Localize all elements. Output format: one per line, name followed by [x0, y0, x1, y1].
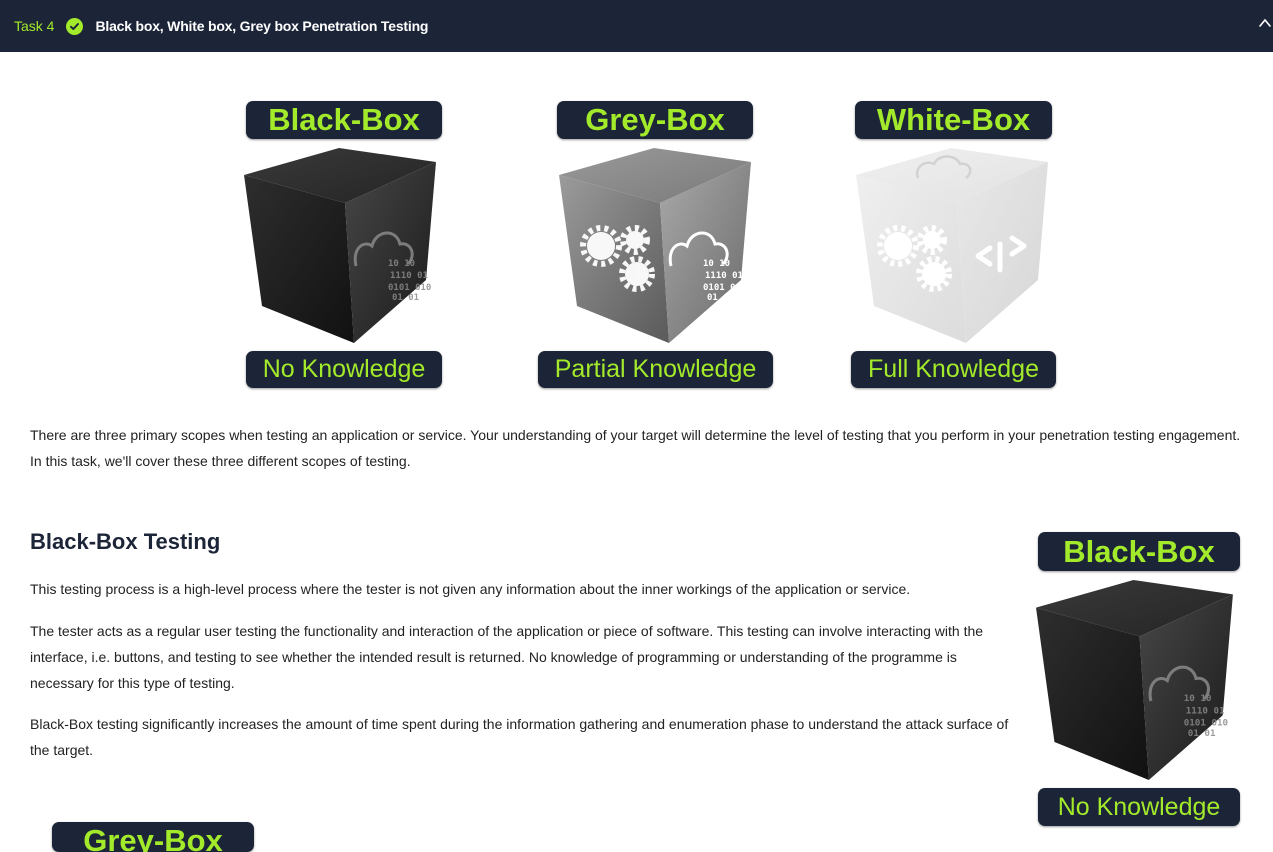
svg-text:1110 01: 1110 01: [390, 271, 428, 281]
task-title: Black box, White box, Grey box Penetrati…: [95, 18, 429, 34]
figure-black-cube-image: 10 101110 010101 01001 01: [1036, 579, 1233, 780]
task-number: Task 4: [14, 18, 55, 34]
svg-text:0101 010: 0101 010: [703, 283, 746, 293]
hero-grey-box: Grey-Box 10 10 1110 01 0101 010 01 01 Parti…: [538, 101, 774, 391]
svg-text:01 01: 01 01: [707, 293, 734, 303]
grey-box-figure-title: Grey-Box: [52, 822, 254, 852]
svg-text:10 10: 10 10: [388, 259, 415, 269]
intro-paragraph: There are three primary scopes when test…: [30, 427, 1241, 469]
figure-black-box-caption: No Knowledge: [1038, 788, 1240, 826]
check-circle-icon: [66, 17, 84, 35]
black-box-title: Black-Box: [246, 101, 442, 139]
svg-text:0101 010: 0101 010: [388, 283, 431, 293]
svg-text:10 10: 10 10: [703, 259, 730, 269]
black-cube-image: 10 10 1110 01 0101 01001 01: [244, 148, 436, 343]
svg-text:01 01: 01 01: [392, 293, 419, 303]
hero-white-box: White-Box Full Knowledge: [850, 101, 1058, 391]
hero-black-box: Black-Box 10 10 1110 01 0101 010 01 01 No K…: [244, 101, 444, 391]
white-box-title: White-Box: [855, 101, 1052, 139]
figure-black-box-title: Black-Box: [1038, 532, 1240, 571]
svg-text:1110 01: 1110 01: [705, 271, 743, 281]
task-header[interactable]: Task 4 Black box, White box, Grey box Pe…: [0, 0, 1273, 52]
grey-box-title: Grey-Box: [557, 101, 753, 139]
grey-cube-image: 10 10 1110 01 0101 01001 01: [559, 148, 751, 343]
svg-text:1110 01: 1110 01: [1186, 705, 1225, 716]
black-box-paragraph-2: The tester acts as a regular user testin…: [30, 623, 984, 691]
black-box-testing-heading: Black-Box Testing: [30, 529, 221, 554]
black-box-paragraph-3: Black-Box testing significantly increase…: [30, 716, 1009, 758]
white-box-caption: Full Knowledge: [851, 351, 1056, 388]
white-cube-image: [856, 148, 1048, 343]
black-box-caption: No Knowledge: [246, 351, 442, 388]
svg-text:01 01: 01 01: [1188, 728, 1216, 739]
black-box-figure: Black-Box 10 10 1110 01 0101 010 01 01 No K…: [1036, 532, 1242, 832]
grey-box-caption: Partial Knowledge: [538, 351, 773, 388]
svg-text:10 10: 10 10: [1184, 693, 1212, 704]
black-box-paragraph-1: This testing process is a high-level pro…: [30, 581, 911, 597]
chevron-up-icon[interactable]: [1259, 16, 1271, 35]
